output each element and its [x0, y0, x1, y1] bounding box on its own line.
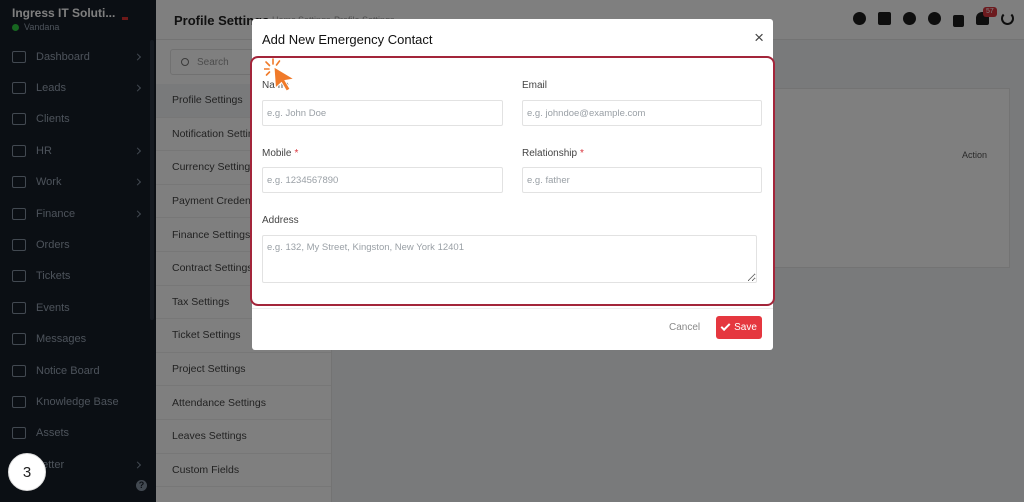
- relationship-label: Relationship *: [522, 148, 584, 159]
- cancel-button[interactable]: Cancel: [669, 322, 700, 333]
- mobile-field[interactable]: [262, 167, 503, 193]
- close-icon[interactable]: ×: [754, 29, 764, 47]
- address-label: Address: [262, 215, 299, 226]
- modal-title: Add New Emergency Contact: [262, 32, 433, 47]
- save-button[interactable]: Save: [716, 316, 762, 339]
- add-emergency-contact-modal: Add New Emergency Contact × Name Email M…: [250, 19, 775, 350]
- address-field[interactable]: [262, 235, 757, 283]
- required-mark: *: [580, 148, 584, 159]
- name-field[interactable]: [262, 100, 503, 126]
- modal-footer-divider: [252, 308, 773, 309]
- email-field[interactable]: [522, 100, 762, 126]
- check-icon: [720, 321, 731, 332]
- save-label: Save: [734, 322, 757, 333]
- required-mark: *: [294, 148, 299, 159]
- email-label: Email: [522, 80, 548, 91]
- step-number-badge: 3: [8, 453, 46, 491]
- click-pointer-icon: [264, 58, 296, 92]
- relationship-field[interactable]: [522, 167, 762, 193]
- mobile-label: Mobile *: [262, 148, 299, 159]
